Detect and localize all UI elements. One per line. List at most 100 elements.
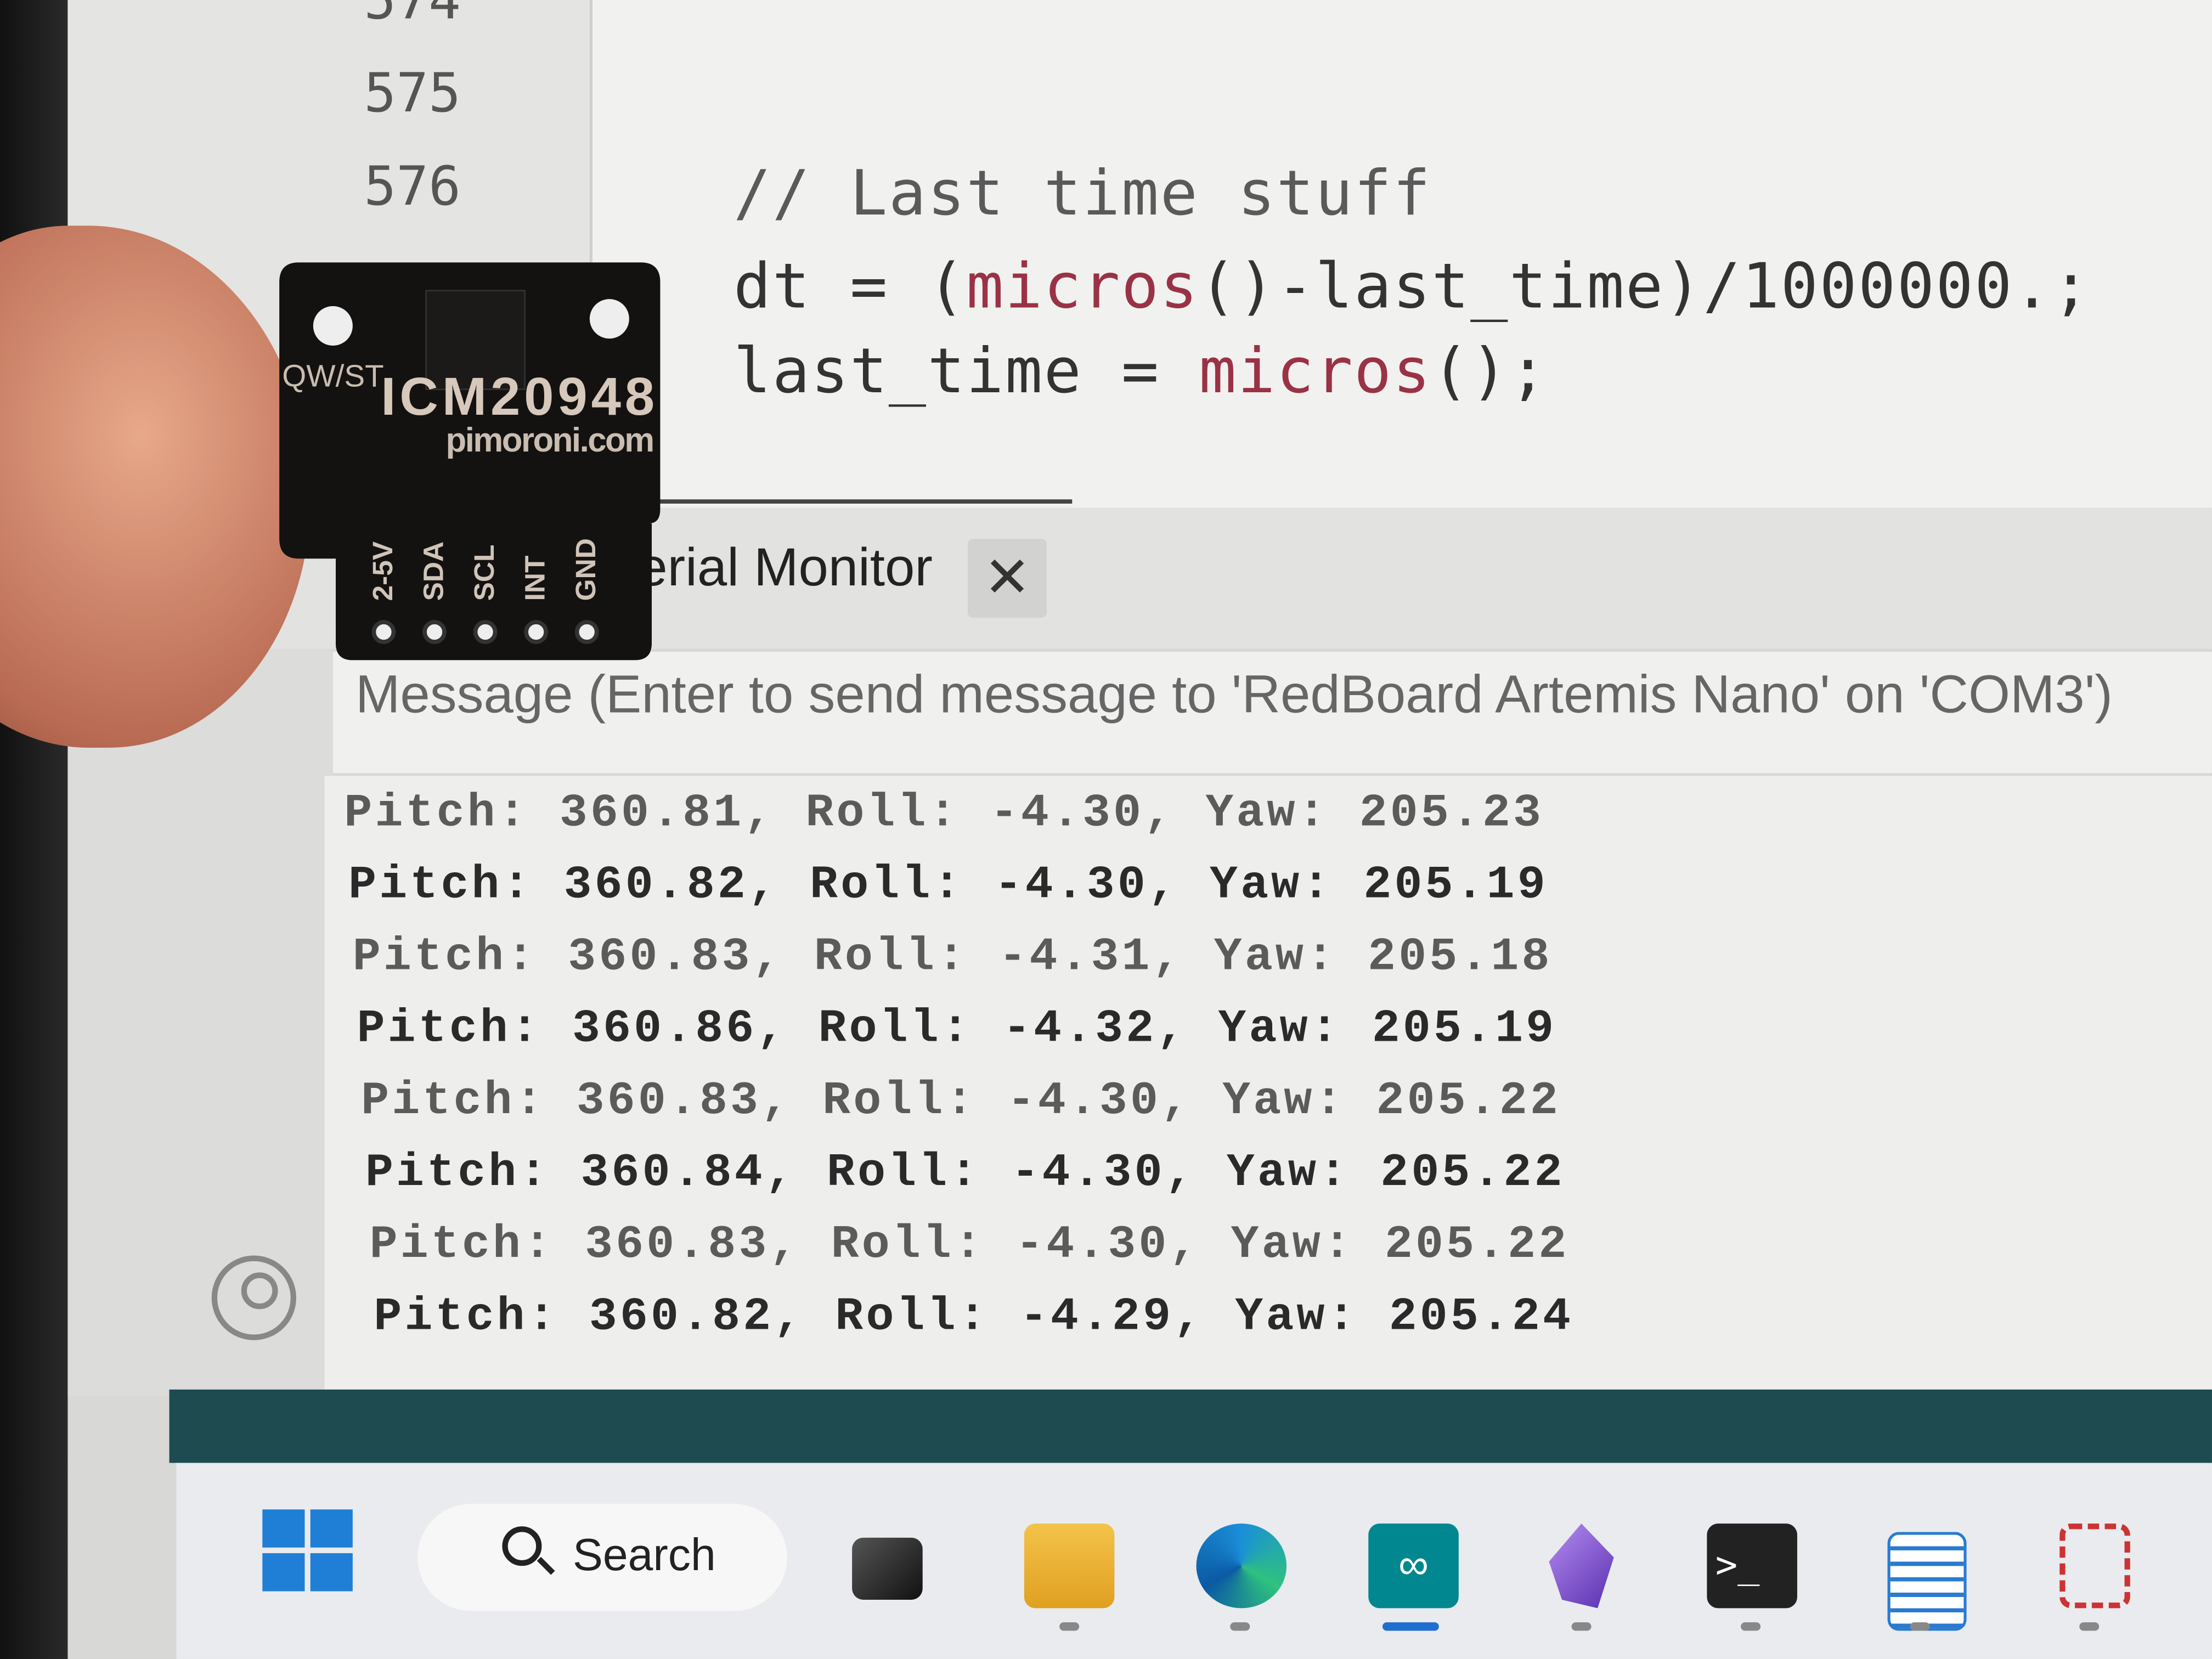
roll-value: -4.32 <box>1002 1003 1157 1056</box>
pin-label: INT <box>519 556 551 601</box>
roll-value: -4.31 <box>998 931 1153 984</box>
pitch-value: 360.82 <box>589 1290 774 1343</box>
code-text: last_time = <box>733 335 1199 408</box>
yaw-value: 205.18 <box>1368 931 1553 984</box>
pitch-label: Pitch: <box>365 1147 581 1199</box>
active-indicator <box>1382 1622 1439 1631</box>
serial-output-line: Pitch: 360.83, Roll: -4.30, Yaw: 205.22 <box>361 1075 1561 1127</box>
roll-label: Roll: <box>810 859 995 912</box>
code-line: dt = (micros()-last_time)/1000000.; <box>733 251 2091 323</box>
pin-hole <box>371 620 396 644</box>
roll-label: Roll: <box>827 1147 1012 1199</box>
terminal-icon[interactable]: >_ <box>1707 1523 1797 1609</box>
roll-label: Roll: <box>818 1003 1003 1056</box>
pitch-label: Pitch: <box>374 1290 589 1343</box>
pin-hole <box>473 620 498 644</box>
pitch-value: 360.83 <box>568 931 753 984</box>
snipping-tool-icon[interactable] <box>2059 1523 2130 1609</box>
serial-output-line: Pitch: 360.82, Roll: -4.29, Yaw: 205.24 <box>374 1290 1574 1343</box>
search-label: Search <box>572 1529 716 1580</box>
yaw-value: 205.19 <box>1372 1003 1557 1056</box>
roll-label: Roll: <box>831 1218 1016 1271</box>
search-icon <box>502 1526 555 1575</box>
yaw-value: 205.22 <box>1380 1147 1565 1199</box>
pitch-label: Pitch: <box>361 1075 577 1127</box>
yaw-value: 205.22 <box>1376 1075 1561 1127</box>
line-number: 575 <box>364 62 461 125</box>
pitch-label: Pitch: <box>348 859 564 912</box>
pitch-value: 360.84 <box>580 1147 765 1199</box>
roll-value: -4.30 <box>994 859 1148 912</box>
running-indicator <box>1910 1622 1930 1631</box>
code-text: dt = ( <box>733 251 967 323</box>
yaw-label: Yaw: <box>1222 1075 1376 1127</box>
yaw-label: Yaw: <box>1214 931 1368 984</box>
mounting-hole <box>313 306 353 346</box>
pin-hole <box>524 620 548 644</box>
running-indicator <box>1059 1622 1080 1631</box>
code-keyword: micros <box>966 251 1199 323</box>
running-indicator <box>2079 1622 2100 1631</box>
pcb-label-brand: pimoroni.com <box>446 421 655 459</box>
code-text: (); <box>1431 335 1548 408</box>
message-input-placeholder: Message (Enter to send message to 'RedBo… <box>355 665 2113 725</box>
task-view-icon[interactable] <box>852 1537 923 1600</box>
pitch-value: 360.81 <box>559 787 744 839</box>
pitch-value: 360.83 <box>585 1218 770 1271</box>
roll-value: -4.30 <box>1011 1147 1165 1199</box>
pin-label: SDA <box>417 541 449 601</box>
yaw-value: 205.23 <box>1359 787 1544 839</box>
pin-label: 2-5V <box>366 541 398 601</box>
pin-hole <box>574 620 599 644</box>
pitch-value: 360.83 <box>576 1075 761 1127</box>
pitch-label: Pitch: <box>369 1218 585 1271</box>
line-number: 576 <box>364 155 461 217</box>
yaw-label: Yaw: <box>1226 1147 1381 1199</box>
code-line: last_time = micros(); <box>733 336 1548 408</box>
yaw-value: 205.22 <box>1384 1218 1570 1271</box>
code-keyword: micros <box>1199 335 1432 408</box>
serial-output-line: Pitch: 360.84, Roll: -4.30, Yaw: 205.22 <box>365 1147 1565 1199</box>
roll-value: -4.29 <box>1019 1290 1174 1343</box>
yaw-label: Yaw: <box>1235 1290 1389 1343</box>
serial-output-line: Pitch: 360.83, Roll: -4.31, Yaw: 205.18 <box>352 931 1553 984</box>
status-bar <box>169 1389 2212 1463</box>
pitch-value: 360.82 <box>563 859 749 912</box>
file-explorer-icon[interactable] <box>1024 1523 1115 1609</box>
roll-label: Roll: <box>805 787 990 839</box>
pitch-label: Pitch: <box>344 787 560 839</box>
roll-value: -4.30 <box>990 787 1144 839</box>
pcb-label-connector: QW/ST <box>282 359 383 393</box>
roll-label: Roll: <box>835 1290 1020 1343</box>
photo-of-screen: 574 575 576 // Last time stuff dt = (micr… <box>0 0 2212 1659</box>
yaw-label: Yaw: <box>1231 1218 1385 1271</box>
running-indicator <box>1230 1622 1250 1631</box>
account-icon[interactable] <box>211 1255 296 1340</box>
notepad-icon[interactable] <box>1887 1532 1967 1631</box>
tab-serial-monitor[interactable]: erial Monitor <box>637 539 933 600</box>
mounting-hole <box>589 299 629 339</box>
panel-divider[interactable] <box>592 499 1073 504</box>
pitch-label: Pitch: <box>352 931 568 984</box>
yaw-label: Yaw: <box>1218 1003 1372 1056</box>
yaw-value: 205.24 <box>1389 1290 1574 1343</box>
code-text: // Last time stuff <box>733 157 1432 230</box>
code-text: ()-last_time)/1000000.; <box>1199 251 2091 323</box>
pin-label: GND <box>569 538 601 601</box>
windows-start-icon[interactable] <box>262 1509 353 1592</box>
roll-label: Roll: <box>814 931 999 984</box>
arduino-ide-icon[interactable]: ∞ <box>1368 1523 1459 1609</box>
roll-label: Roll: <box>822 1075 1007 1127</box>
serial-output-line: Pitch: 360.81, Roll: -4.30, Yaw: 205.23 <box>344 787 1544 839</box>
edge-icon[interactable] <box>1196 1523 1287 1609</box>
line-number: 574 <box>364 0 461 31</box>
serial-output-line: Pitch: 360.83, Roll: -4.30, Yaw: 205.22 <box>369 1218 1570 1271</box>
yaw-label: Yaw: <box>1210 859 1364 912</box>
yaw-label: Yaw: <box>1205 787 1359 839</box>
serial-output-line: Pitch: 360.82, Roll: -4.30, Yaw: 205.19 <box>348 859 1548 912</box>
close-icon[interactable]: ✕ <box>967 539 1047 618</box>
roll-value: -4.30 <box>1007 1075 1161 1127</box>
running-indicator <box>1571 1622 1592 1631</box>
pin-label: SCL <box>468 545 500 601</box>
pcb-label-chip: ICM20948 <box>381 366 654 426</box>
